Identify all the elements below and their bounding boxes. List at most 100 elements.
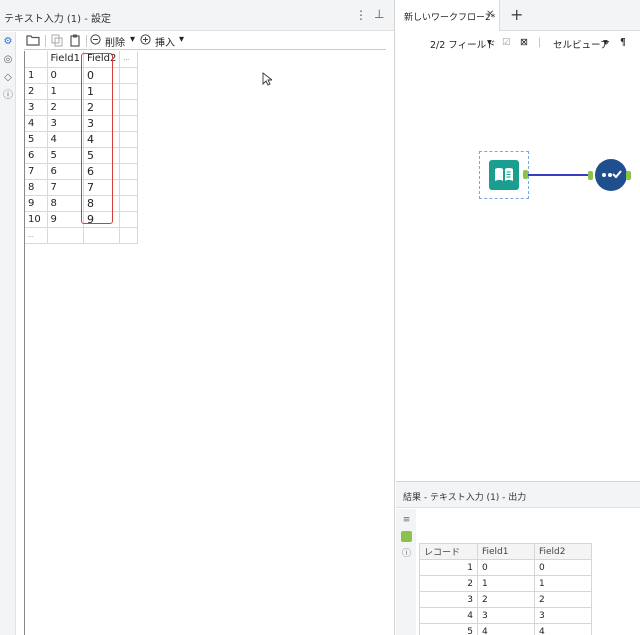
insert-label[interactable]: 挿入 (155, 34, 175, 49)
field2-cell[interactable]: 5 (83, 147, 121, 164)
empty-cell[interactable] (119, 115, 139, 132)
field2-cell[interactable]: 7 (83, 179, 121, 196)
empty-cell[interactable] (119, 211, 139, 228)
field1-cell[interactable]: 3 (477, 607, 535, 624)
settings-gear-icon[interactable]: ⚙ (2, 36, 14, 48)
close-tab-icon[interactable]: ✕ (486, 9, 494, 20)
field2-cell[interactable]: 1 (83, 83, 121, 100)
grid-row: 766 (25, 163, 139, 180)
workflow-canvas[interactable] (396, 32, 640, 480)
output-anchor-icon[interactable] (401, 531, 412, 542)
empty-cell[interactable] (119, 147, 139, 164)
field2-cell[interactable]: 9 (83, 211, 121, 228)
clear-icon[interactable]: ⊠ (520, 37, 528, 48)
empty-cell[interactable] (83, 227, 121, 244)
column-header[interactable]: Field1 (477, 543, 535, 560)
field1-cell[interactable]: 4 (47, 131, 84, 148)
field2-cell[interactable]: 2 (83, 99, 121, 116)
field1-cell[interactable]: 5 (47, 147, 84, 164)
empty-cell[interactable] (119, 195, 139, 212)
new-tab-icon[interactable]: + (510, 5, 523, 24)
column-header[interactable]: Field2 (83, 51, 121, 68)
field2-cell[interactable]: 0 (534, 559, 592, 576)
field1-cell[interactable]: 9 (47, 211, 84, 228)
record-number-cell[interactable]: 3 (419, 591, 478, 608)
browse-tool-icon[interactable] (595, 159, 627, 191)
cell-viewer-selector[interactable]: セルビューア (553, 37, 610, 51)
copy-icon[interactable] (50, 33, 64, 49)
output-anchor[interactable] (626, 171, 631, 180)
field1-cell[interactable]: 0 (47, 67, 84, 84)
fields-selector[interactable]: 2/2 フィールド (430, 37, 496, 51)
table-row[interactable]: 544 (419, 623, 592, 635)
field1-cell[interactable]: 4 (477, 623, 535, 635)
insert-button[interactable] (140, 33, 151, 49)
field2-cell[interactable]: 2 (534, 591, 592, 608)
table-row[interactable]: 322 (419, 591, 592, 608)
tag-icon[interactable]: ◇ (2, 72, 14, 84)
record-number-cell[interactable]: 1 (419, 559, 478, 576)
table-row[interactable]: 211 (419, 575, 592, 592)
open-folder-icon[interactable] (26, 33, 40, 49)
tab-label[interactable]: 新しいワークフロー2* (404, 10, 495, 23)
empty-cell[interactable] (119, 163, 139, 180)
column-header[interactable]: Field2 (534, 543, 592, 560)
field2-cell[interactable]: 3 (83, 115, 121, 132)
checkbox-icon[interactable]: ☑ (502, 37, 511, 48)
pin-icon[interactable]: ⊥ (374, 7, 384, 21)
paragraph-icon[interactable]: ¶ (620, 37, 626, 48)
field2-cell[interactable]: 4 (534, 623, 592, 635)
field1-cell[interactable]: 2 (477, 591, 535, 608)
more-options-icon[interactable]: ⋮ (355, 8, 367, 22)
add-column-header[interactable]: ... (119, 51, 139, 68)
input-anchor[interactable] (588, 171, 593, 180)
connection-line[interactable] (528, 174, 588, 176)
record-number-cell[interactable]: 4 (419, 607, 478, 624)
field1-cell[interactable]: 2 (47, 99, 84, 116)
field1-cell[interactable]: 0 (477, 559, 535, 576)
field1-cell[interactable]: 7 (47, 179, 84, 196)
delete-label[interactable]: 削除 (105, 34, 125, 49)
empty-cell[interactable] (119, 179, 139, 196)
field1-cell[interactable]: 1 (47, 83, 84, 100)
configuration-header: テキスト入力 (1) - 設定 ⋮ ⊥ (0, 0, 394, 31)
empty-cell[interactable] (119, 67, 139, 84)
empty-cell[interactable] (119, 227, 139, 244)
field1-cell[interactable]: 8 (47, 195, 84, 212)
field1-cell[interactable]: 3 (47, 115, 84, 132)
record-number-cell[interactable]: 2 (419, 575, 478, 592)
chevron-down-icon[interactable]: ▾ (179, 34, 184, 45)
empty-cell[interactable] (119, 131, 139, 148)
help-icon[interactable]: ⓘ (401, 549, 412, 560)
empty-cell[interactable] (119, 99, 139, 116)
field1-cell[interactable]: 6 (47, 163, 84, 180)
paste-icon[interactable] (68, 33, 82, 49)
empty-cell[interactable] (119, 83, 139, 100)
field2-cell[interactable]: 3 (534, 607, 592, 624)
record-number-cell[interactable]: 5 (419, 623, 478, 635)
field1-cell[interactable]: 1 (477, 575, 535, 592)
list-icon[interactable]: ≡ (401, 515, 412, 526)
empty-cell[interactable] (47, 227, 84, 244)
configuration-title: テキスト入力 (1) - 設定 (4, 14, 112, 25)
field2-cell[interactable]: 6 (83, 163, 121, 180)
column-header[interactable]: Field1 (47, 51, 84, 68)
chevron-down-icon[interactable]: ▾ (487, 37, 492, 48)
help-icon[interactable]: ⓘ (2, 90, 14, 102)
new-row-marker[interactable]: ... (25, 227, 48, 244)
chevron-down-icon[interactable]: ▾ (130, 34, 135, 45)
new-row[interactable]: ... (25, 227, 139, 244)
table-row[interactable]: 100 (419, 559, 592, 576)
tab-workflow[interactable]: 新しいワークフロー2* ✕ (396, 0, 500, 31)
column-header[interactable]: レコード (419, 543, 478, 560)
delete-button[interactable] (90, 33, 101, 49)
table-row[interactable]: 433 (419, 607, 592, 624)
row-number: 8 (25, 179, 48, 196)
annotation-icon[interactable]: ◎ (2, 54, 14, 66)
field2-cell[interactable]: 0 (83, 67, 121, 84)
field2-cell[interactable]: 1 (534, 575, 592, 592)
text-input-tool-icon[interactable] (489, 160, 519, 190)
field2-cell[interactable]: 8 (83, 195, 121, 212)
field2-cell[interactable]: 4 (83, 131, 121, 148)
chevron-down-icon[interactable]: ▾ (603, 37, 608, 48)
